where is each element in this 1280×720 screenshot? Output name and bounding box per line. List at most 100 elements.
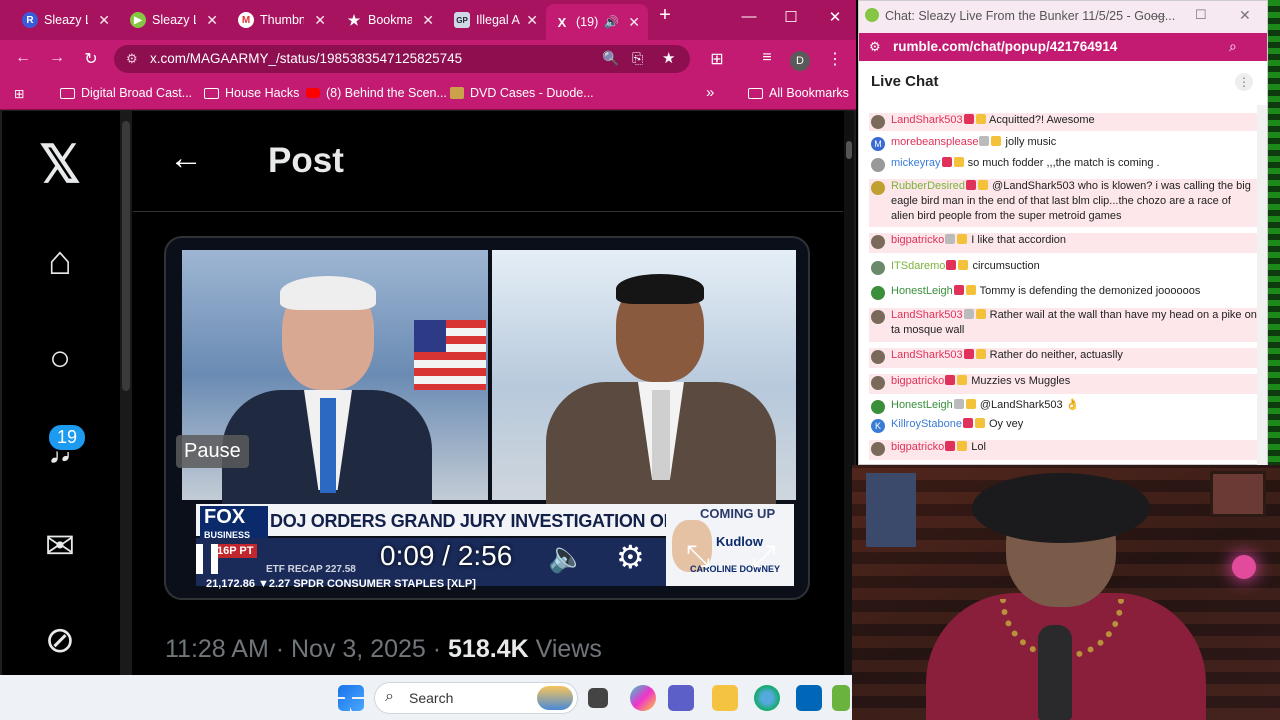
chat-username[interactable]: ITSdaremo [891,260,945,272]
video-player[interactable]: DOJ ORDERS GRAND JURY INVESTIGATION ON R… [164,236,810,600]
pause-button[interactable] [196,544,218,574]
chat-message[interactable]: mickeyray so much fodder ,,,the match is… [869,156,1257,174]
user-avatar[interactable] [871,158,885,172]
user-avatar[interactable] [871,181,885,195]
maximize-button[interactable]: ☐ [1195,7,1207,23]
post-timestamp[interactable]: 11:28 AM · Nov 3, 2025 · [165,635,448,663]
media-controls-icon[interactable]: ≡ [756,49,778,67]
chat-username[interactable]: LandShark503 [891,309,963,321]
chat-message[interactable]: K KillroyStabone Oy vey [869,417,1257,435]
user-avatar[interactable] [871,350,885,364]
store-icon[interactable] [796,685,822,711]
chat-username[interactable]: LandShark503 [891,114,963,126]
search-icon[interactable]: ⌕ [1229,38,1237,55]
picture-in-picture-icon[interactable]: ⤡ [686,540,710,574]
apps-grid-icon[interactable]: ⊞ [14,86,24,101]
user-avatar[interactable] [871,376,885,390]
site-info-icon[interactable]: ⚙ [869,39,881,55]
taskbar-search[interactable]: ⌕ Search [374,682,578,714]
user-avatar[interactable] [871,310,885,324]
more-bookmarks-button[interactable]: » [706,84,714,101]
tab-2[interactable]: ▶ Sleazy L ✕ [122,6,226,34]
bookmark-behind-the-scenes[interactable]: (8) Behind the Scen... [306,86,447,100]
profile-avatar[interactable]: D [790,51,810,71]
chat-username[interactable]: HonestLeigh [891,285,953,297]
install-icon[interactable]: ⎘ [632,50,643,67]
chat-username[interactable]: KillroyStabone [891,418,962,430]
user-avatar[interactable] [871,400,885,414]
edge-icon[interactable] [754,685,780,711]
user-avatar[interactable] [871,286,885,300]
user-avatar[interactable] [871,442,885,456]
bookmark-digital-broadcast[interactable]: Digital Broad Cast... [60,86,192,100]
chat-username[interactable]: bigpatricko [891,375,944,387]
back-arrow-icon[interactable]: ← [169,139,203,178]
fullscreen-icon[interactable]: ⤢ [752,540,776,574]
sidebar-scrollbar[interactable] [120,111,132,675]
user-avatar[interactable] [871,261,885,275]
chat-message[interactable]: LandShark503 Rather do neither, actuasll… [869,348,1257,368]
close-icon[interactable]: ✕ [206,12,218,29]
scroll-thumb[interactable] [846,141,852,159]
chat-scrollbar[interactable] [1257,105,1267,465]
close-icon[interactable]: ✕ [422,12,434,29]
chat-message[interactable]: HonestLeigh Tommy is defending the demon… [869,284,1257,302]
site-info-icon[interactable]: ⚙ [126,51,138,67]
reload-icon[interactable]: ↻ [80,49,102,69]
search-icon[interactable]: ○ [30,337,90,379]
tab-search-icon[interactable]: ⊞ [706,49,728,69]
chat-message[interactable]: LandShark503 Acquitted?! Awesome [869,113,1257,131]
chat-menu-icon[interactable]: ⋮ [1235,73,1253,91]
scroll-thumb[interactable] [122,121,130,391]
speaker-icon[interactable]: 🔊 [604,15,619,29]
close-icon[interactable]: ✕ [98,12,110,29]
close-window-button[interactable]: ✕ [820,8,850,26]
teams-icon[interactable] [668,685,694,711]
zoom-icon[interactable]: 🔍 [602,50,619,67]
tab-5[interactable]: GP Illegal A ✕ [446,6,546,34]
chat-username[interactable]: bigpatricko [891,234,944,246]
chat-username[interactable]: LandShark503 [891,349,963,361]
all-bookmarks-button[interactable]: All Bookmarks [748,86,849,100]
minimize-button[interactable]: — [734,8,764,25]
forward-icon[interactable]: → [46,49,68,67]
chat-username[interactable]: RubberDesired [891,180,965,192]
tab-4[interactable]: ★ Bookma ✕ [338,6,442,34]
close-icon[interactable]: ✕ [628,14,640,31]
chat-message[interactable]: HonestLeigh @LandShark503 👌 [869,398,1257,416]
close-window-button[interactable]: ✕ [1239,7,1251,24]
chat-message[interactable]: bigpatricko Muzzies vs Muggles [869,374,1257,394]
address-bar[interactable]: ⚙ x.com/MAGAARMY_/status/198538354712582… [114,45,690,73]
user-avatar[interactable]: M [871,137,885,151]
x-logo-icon[interactable]: 𝕏 [30,135,90,195]
menu-icon[interactable]: ⋮ [824,49,846,69]
close-icon[interactable]: ✕ [314,12,326,29]
grok-icon[interactable]: ⊘ [30,619,90,661]
user-avatar[interactable] [871,235,885,249]
new-tab-button[interactable]: + [650,4,680,27]
file-explorer-icon[interactable] [712,685,738,711]
chat-message[interactable]: LandShark503 Rather wail at the wall tha… [869,308,1257,342]
windows-start-icon[interactable] [338,685,364,711]
tab-6-active[interactable]: X (19) 🔊 ✕ [546,4,648,40]
minimize-button[interactable]: — [1151,7,1165,23]
chat-message[interactable]: bigpatricko Lol [869,440,1257,460]
volume-icon[interactable]: 🔈 [548,540,585,575]
tab-3[interactable]: M Thumbn ✕ [230,6,334,34]
back-icon[interactable]: ← [12,49,34,67]
chat-username[interactable]: mickeyray [891,157,941,169]
chat-message[interactable]: ITSdaremo circumsuction [869,259,1257,277]
user-avatar[interactable] [871,115,885,129]
bookmark-dvd-cases[interactable]: DVD Cases - Duode... [450,86,594,100]
home-icon[interactable]: ⌂ [30,239,90,284]
messages-mail-icon[interactable]: ✉ [30,525,90,567]
chat-username[interactable]: bigpatricko [891,441,944,453]
chat-message[interactable]: bigpatricko I like that accordion [869,233,1257,253]
task-view-icon[interactable] [588,688,608,708]
app-icon[interactable] [832,685,850,711]
chat-message[interactable]: RubberDesired @LandShark503 who is klowe… [869,179,1257,227]
bookmark-house-hacks[interactable]: House Hacks [204,86,299,100]
user-avatar[interactable]: K [871,419,885,433]
chat-message[interactable]: Mmorebeansplease jolly music [869,135,1257,153]
maximize-button[interactable]: ☐ [776,8,806,26]
